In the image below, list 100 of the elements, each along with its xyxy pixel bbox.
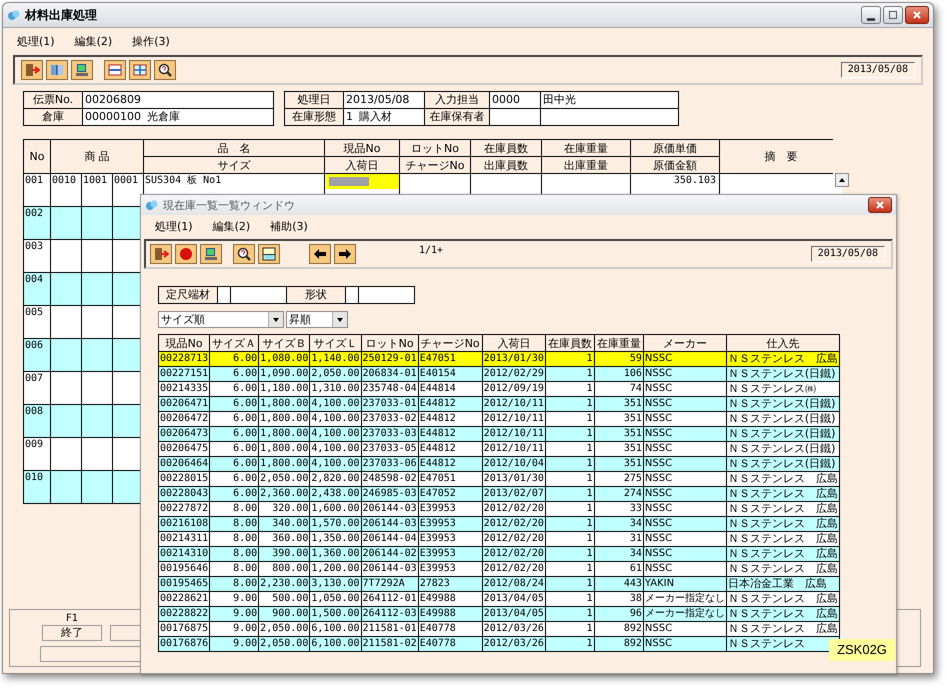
column-header: 商 品: [51, 140, 143, 173]
page-indicator: 1/1+: [419, 245, 444, 256]
table-cell: 38: [594, 592, 644, 606]
table-cell: 2012/03/26: [482, 636, 546, 652]
table-cell: 4,100.00: [310, 442, 362, 456]
column-header: 仕入先: [726, 334, 840, 352]
column-header: 出庫員数: [471, 157, 541, 173]
table-cell: 1,800.00: [258, 412, 310, 426]
date-display: 2013/05/08: [810, 246, 885, 262]
table-cell: 1,600.00: [310, 502, 362, 516]
table-cell: 009: [24, 438, 50, 470]
table-cell: 6.00: [210, 396, 259, 412]
table-cell: 351: [594, 426, 644, 442]
column-header: チャージNo: [400, 157, 470, 173]
table-cell: ＮＳステンレス 広島: [726, 516, 840, 532]
table-cell: 74: [594, 382, 644, 396]
column-header: 在庫員数: [471, 140, 541, 156]
table-cell: 206144-03: [361, 562, 418, 576]
table-cell: 8.00: [210, 516, 259, 532]
function-key-label: F1: [66, 613, 78, 625]
table-cell: 00195465: [158, 576, 210, 592]
table-cell: 2012/03/26: [482, 622, 546, 636]
table-cell: 351: [594, 456, 644, 472]
table-cell: 7T7292A: [361, 576, 418, 592]
table-cell: 00206471: [158, 396, 210, 412]
table-cell: 00206464: [158, 456, 210, 472]
table-cell: E40778: [418, 636, 482, 652]
table-cell: ＮＳステンレス 広島: [726, 546, 840, 562]
column-header: 在庫員数: [545, 334, 594, 352]
table-cell: 6.00: [210, 456, 259, 472]
table-cell: ＮＳステンレス(日鐵): [726, 426, 840, 442]
table-cell: 00228015: [158, 472, 210, 486]
column-header: サイズＢ: [258, 334, 310, 352]
table-cell: 001: [24, 174, 50, 206]
table-cell: ＮＳステンレス 広島: [726, 606, 840, 622]
table-cell: 日本冶金工業 広島: [726, 576, 840, 592]
table-cell: 237033-03: [361, 426, 418, 442]
table-cell: 00228043: [158, 486, 210, 502]
table-cell: 2,050.00: [258, 622, 310, 636]
table-cell: 00206472: [158, 412, 210, 426]
table-cell: 320.00: [258, 502, 310, 516]
table-cell: 206144-02: [361, 546, 418, 562]
field-label: 在庫形態: [285, 109, 344, 125]
table-cell: 1,080.00: [258, 352, 310, 366]
table-cell: ＮＳステンレス 広島: [726, 472, 840, 486]
table-cell: E39953: [418, 546, 482, 562]
table-cell: 1,350.00: [310, 532, 362, 546]
column-header: ロットNo: [400, 140, 470, 156]
table-cell: 33: [594, 502, 644, 516]
table-cell: 106: [594, 366, 644, 382]
table-cell: 4,100.00: [310, 412, 362, 426]
table-cell: 34: [594, 546, 644, 562]
table-cell: NSSC: [643, 516, 726, 532]
table-cell: 206144-03: [361, 502, 418, 516]
table-cell: 1: [545, 426, 594, 442]
table-cell: 27823: [418, 576, 482, 592]
table-cell: 246985-03: [361, 486, 418, 502]
table-cell: 1: [545, 456, 594, 472]
table-cell: 00227151: [158, 366, 210, 382]
column-header: 入荷日: [482, 334, 546, 352]
table-cell: 010: [24, 471, 50, 503]
table-cell: 6,100.00: [310, 622, 362, 636]
table-cell: 4,100.00: [310, 456, 362, 472]
table-cell: ＮＳステンレス(日鐵): [726, 456, 840, 472]
table-cell: 6.00: [210, 352, 259, 366]
table-cell: 4,100.00: [310, 426, 362, 442]
table-cell: NSSC: [643, 502, 726, 516]
table-cell: ＮＳステンレス㈱: [726, 382, 840, 396]
table-cell: 892: [594, 636, 644, 652]
table-cell: 211581-02: [361, 636, 418, 652]
table-cell: 237033-06: [361, 456, 418, 472]
table-cell: 900.00: [258, 606, 310, 622]
column-header: 原価単価: [631, 140, 719, 156]
table-cell: 237033-01: [361, 396, 418, 412]
table-cell: NSSC: [643, 412, 726, 426]
table-cell: E47052: [418, 486, 482, 502]
table-cell: 8.00: [210, 532, 259, 546]
field-label: 処理日: [285, 92, 344, 108]
table-cell: 250129-01: [361, 352, 418, 366]
table-cell: 1001: [82, 174, 112, 206]
table-cell: 1: [545, 486, 594, 502]
table-cell: E49988: [418, 606, 482, 622]
table-cell: 500.00: [258, 592, 310, 606]
field-label: 倉庫: [24, 109, 83, 125]
table-cell: 00195646: [158, 562, 210, 576]
table-cell: 1,800.00: [258, 442, 310, 456]
table-cell: 004: [24, 273, 50, 305]
table-cell: 6.00: [210, 426, 259, 442]
table-cell: 2,438.00: [310, 486, 362, 502]
table-cell: 351: [594, 442, 644, 456]
table-cell: 8.00: [210, 502, 259, 516]
table-cell: ＮＳステンレス(日鐵): [726, 396, 840, 412]
table-cell: E47051: [418, 472, 482, 486]
table-cell: 2,230.00: [258, 576, 310, 592]
table-cell: 00214335: [158, 382, 210, 396]
table-cell: ＮＳステンレス 広島: [726, 532, 840, 546]
table-cell: 1: [545, 562, 594, 576]
table-cell: E39953: [418, 502, 482, 516]
table-cell: 8.00: [210, 546, 259, 562]
table-cell: E39953: [418, 562, 482, 576]
